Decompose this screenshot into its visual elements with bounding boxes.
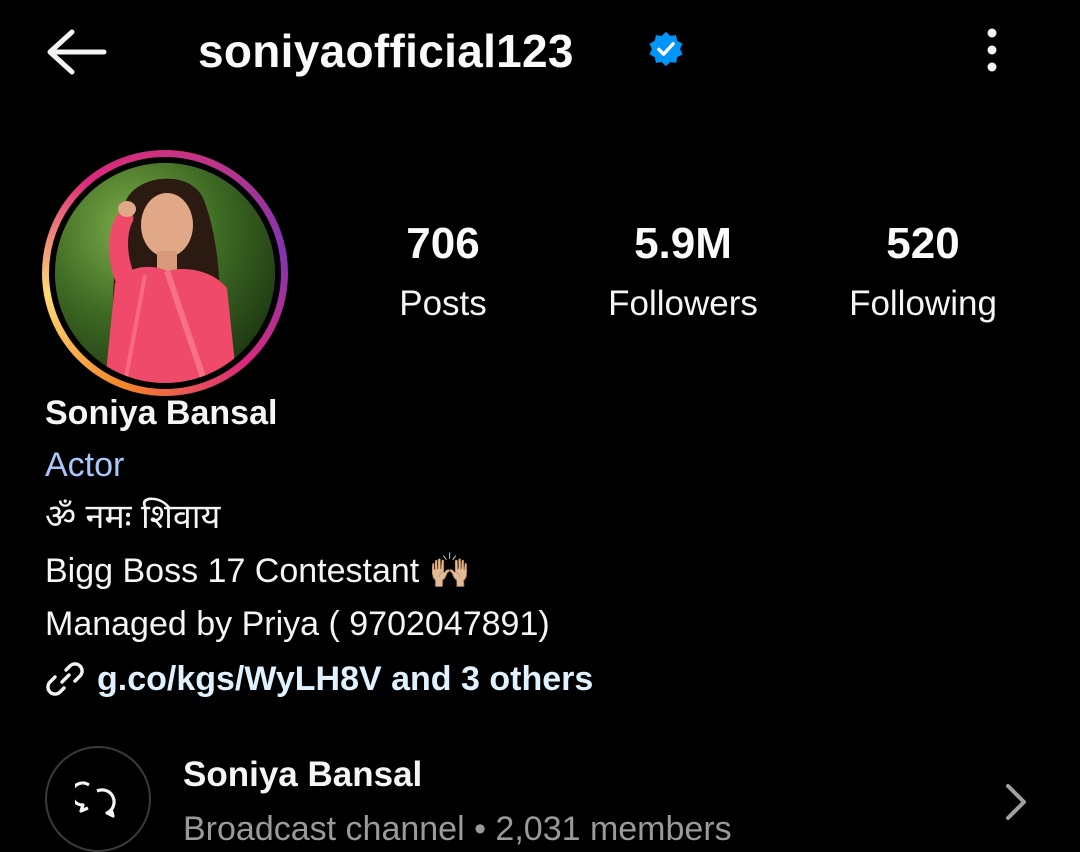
stat-posts[interactable]: 706 Posts (343, 214, 543, 334)
bio-line: Managed by Priya ( 9702047891) (45, 605, 550, 643)
avatar-photo (55, 163, 275, 383)
stat-following[interactable]: 520 Following (823, 214, 1023, 334)
bio-line: ॐ नमः शिवाय (45, 498, 221, 536)
posts-count: 706 (406, 219, 480, 268)
following-count: 520 (886, 219, 960, 268)
more-options-button[interactable] (968, 20, 1016, 80)
followers-count: 5.9M (634, 219, 732, 268)
bio-link[interactable]: g.co/kgs/WyLH8V and 3 others (45, 656, 593, 702)
profile-category[interactable]: Actor (45, 442, 124, 488)
profile-full-name: Soniya Bansal (45, 394, 278, 432)
arrow-left-icon (47, 29, 107, 75)
link-icon (46, 662, 84, 696)
profile-username: soniyaofficial123 (198, 25, 574, 77)
verified-badge-icon (647, 30, 685, 68)
chevron-right-icon (1006, 784, 1026, 820)
broadcast-channel-icon-button[interactable] (45, 746, 151, 852)
bio-link-text[interactable]: g.co/kgs/WyLH8V and 3 others (97, 656, 593, 702)
posts-label: Posts (399, 284, 487, 323)
stat-followers[interactable]: 5.9M Followers (583, 214, 783, 334)
following-label: Following (849, 284, 997, 323)
channel-subtitle: Broadcast channel • 2,031 members (183, 810, 732, 848)
back-button[interactable] (40, 22, 112, 82)
channel-open-button[interactable] (994, 774, 1038, 830)
channel-title[interactable]: Soniya Bansal (183, 752, 422, 798)
bio-line: Bigg Boss 17 Contestant 🙌🏼 (45, 552, 472, 590)
more-vertical-icon (987, 28, 997, 72)
profile-avatar[interactable] (42, 150, 288, 396)
chat-bubbles-icon (75, 781, 116, 818)
followers-label: Followers (608, 284, 758, 323)
